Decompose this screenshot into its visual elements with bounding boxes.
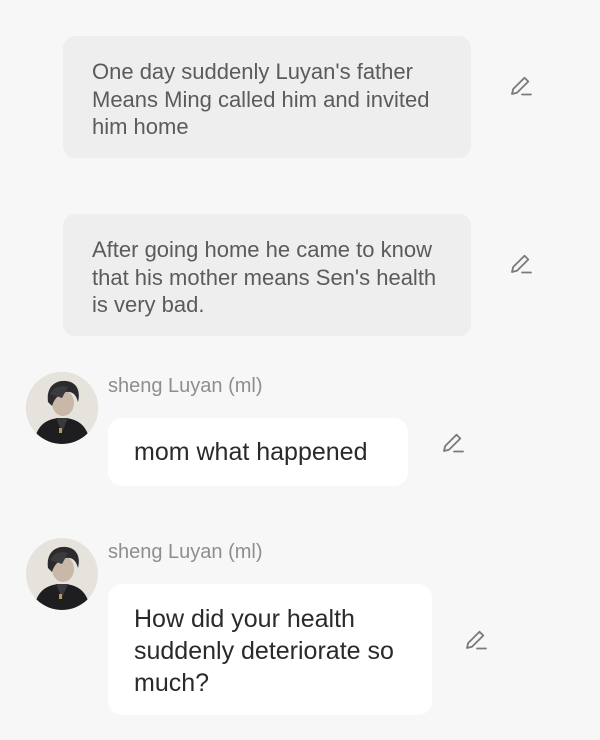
speaker-name: sheng Luyan (ml) bbox=[108, 375, 263, 397]
edit-icon[interactable] bbox=[463, 627, 489, 653]
narration-text: One day suddenly Luyan's father Means Mi… bbox=[92, 59, 430, 139]
narration-bubble: After going home he came to know that hi… bbox=[63, 214, 471, 336]
message-text: How did your health suddenly deteriorate… bbox=[134, 605, 394, 697]
message-text: mom what happened bbox=[134, 438, 368, 466]
narration-bubble: One day suddenly Luyan's father Means Mi… bbox=[63, 36, 471, 158]
edit-icon[interactable] bbox=[508, 73, 534, 99]
speaker-name: sheng Luyan (ml) bbox=[108, 541, 263, 563]
narration-text: After going home he came to know that hi… bbox=[92, 237, 437, 317]
avatar[interactable] bbox=[26, 372, 98, 444]
message-bubble: mom what happened bbox=[108, 418, 408, 486]
edit-icon[interactable] bbox=[440, 430, 466, 456]
message-bubble: How did your health suddenly deteriorate… bbox=[108, 584, 432, 715]
avatar[interactable] bbox=[26, 538, 98, 610]
edit-icon[interactable] bbox=[508, 251, 534, 277]
